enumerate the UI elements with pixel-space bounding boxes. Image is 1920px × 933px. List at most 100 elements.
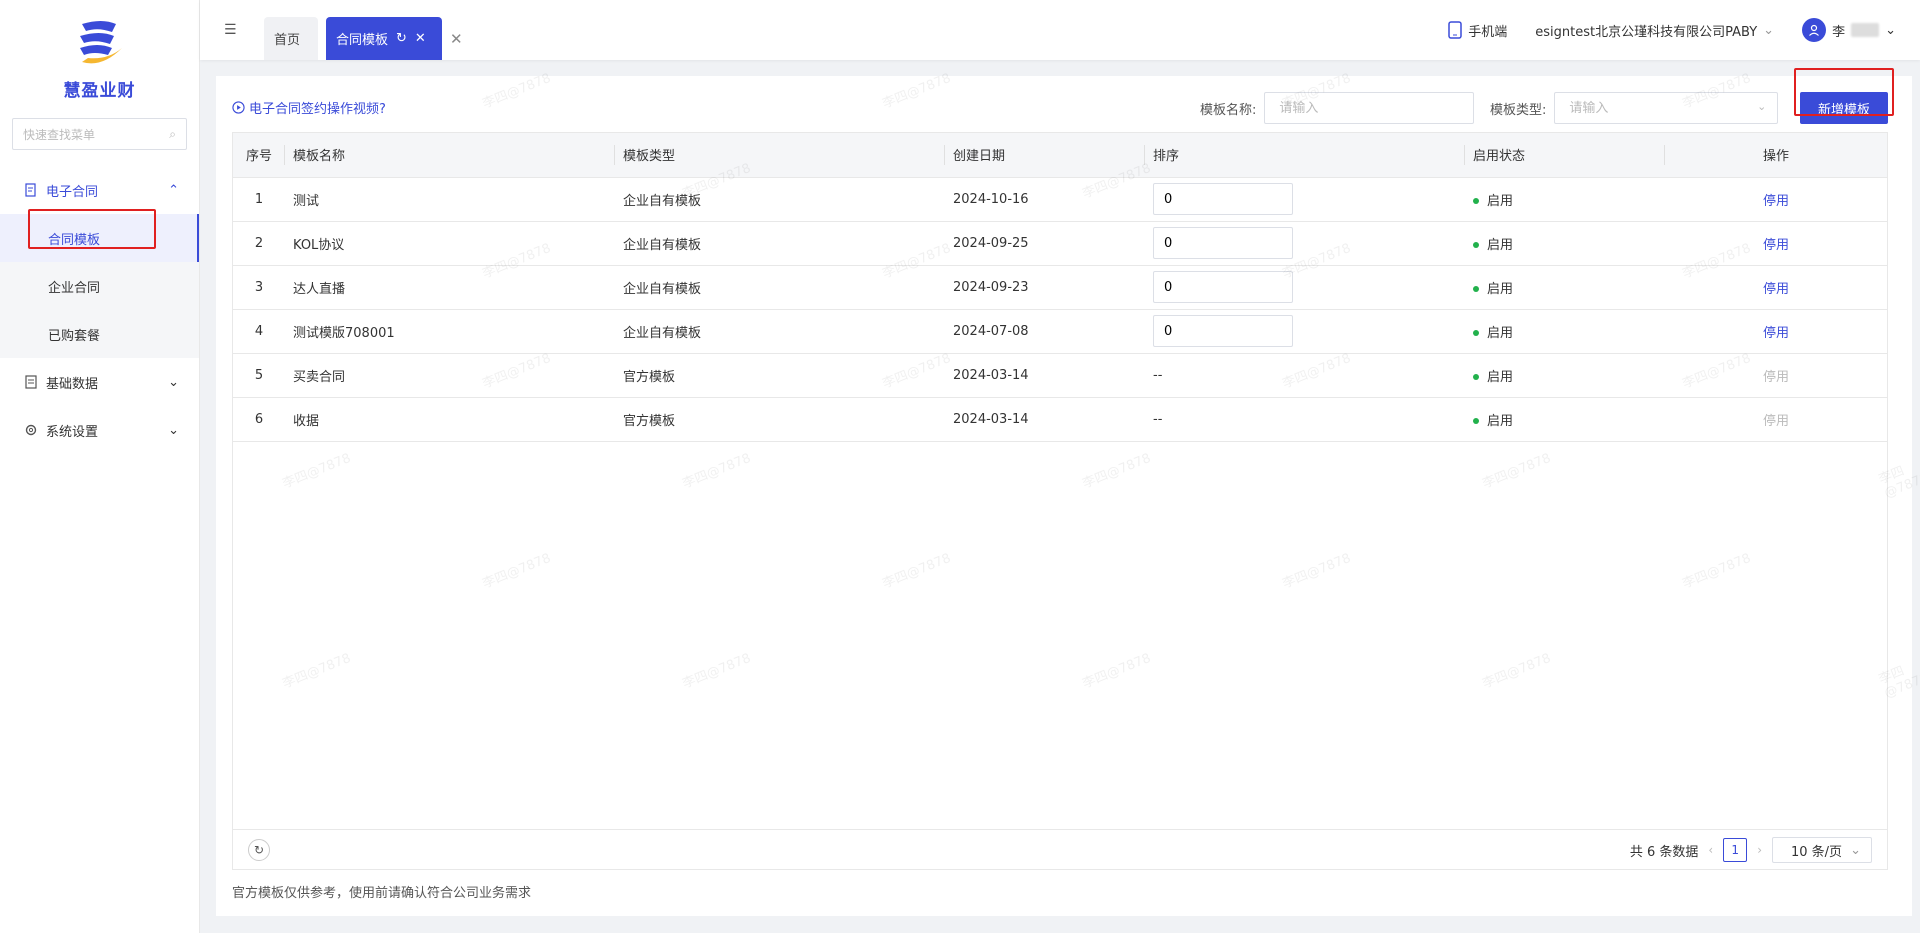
top-header: ☰ 首页 合同模板 ↻ ✕ ✕ 手机端 esigntest北京公瑾科技有限公司P…: [200, 0, 1920, 60]
disable-link[interactable]: 停用: [1763, 194, 1789, 209]
sort-value: --: [1153, 367, 1163, 383]
template-type-select[interactable]: [1554, 92, 1779, 124]
mobile-icon: [1448, 21, 1463, 39]
app-name: 慧盈业财: [63, 81, 136, 101]
sort-value: --: [1153, 411, 1163, 427]
cell-type: 企业自有模板: [615, 309, 945, 354]
status-label: 启用: [1487, 325, 1514, 341]
status-label: 启用: [1487, 237, 1514, 253]
close-icon[interactable]: ✕: [415, 31, 426, 46]
video-link-label: 电子合同签约操作视频?: [249, 102, 386, 117]
sidebar-group-label: 基础数据: [46, 376, 99, 392]
tab-home[interactable]: 首页: [264, 17, 318, 60]
col-date: 创建日期: [945, 133, 1145, 178]
status-dot: [1473, 242, 1479, 248]
sidebar-item-purchased-package[interactable]: 已购套餐: [0, 310, 199, 358]
cell-type: 企业自有模板: [615, 177, 945, 222]
chevron-down-icon: ⌄: [168, 374, 179, 390]
filter-template-type: 模板类型: ⌄: [1490, 92, 1779, 124]
cell-action: 停用: [1665, 265, 1887, 310]
cell-type: 企业自有模板: [615, 265, 945, 310]
cell-action: 停用: [1665, 177, 1887, 222]
contract-icon: [25, 183, 36, 197]
status-label: 启用: [1487, 369, 1514, 385]
disable-link[interactable]: 停用: [1763, 282, 1789, 297]
cell-type: 企业自有模板: [615, 221, 945, 266]
table-row: 2 KOL协议 企业自有模板 2024-09-25 启用 停用: [233, 221, 1887, 266]
next-page-icon[interactable]: ›: [1757, 843, 1762, 857]
cell-sort: [1145, 265, 1465, 310]
col-status: 启用状态: [1465, 133, 1665, 178]
col-type: 模板类型: [615, 133, 945, 178]
disable-link[interactable]: 停用: [1763, 238, 1789, 253]
search-icon: ⌕: [169, 126, 176, 141]
tab-contract-template[interactable]: 合同模板 ↻ ✕: [326, 17, 442, 60]
template-name-input[interactable]: [1264, 92, 1475, 124]
cell-name: 达人直播: [285, 265, 615, 310]
template-table: 序号 模板名称 模板类型 创建日期 排序 启用状态 操作 1 测试 企业自有模板…: [232, 132, 1888, 870]
highlight-box-add: [1794, 68, 1894, 116]
cell-status: 启用: [1465, 397, 1665, 442]
cell-date: 2024-03-14: [945, 353, 1145, 398]
cell-action: 停用: [1665, 221, 1887, 266]
cell-status: 启用: [1465, 265, 1665, 310]
cell-type: 官方模板: [615, 397, 945, 442]
menu-collapse-icon[interactable]: ☰: [224, 22, 237, 38]
sort-input[interactable]: [1153, 227, 1293, 259]
user-name: 李: [1832, 24, 1846, 40]
header-actions: 手机端 esigntest北京公瑾科技有限公司PABY ⌄ 李 ⌄: [1448, 18, 1896, 42]
table-row: 5 买卖合同 官方模板 2024-03-14 -- 启用 停用: [233, 353, 1887, 398]
close-all-tabs-icon[interactable]: ✕: [450, 30, 463, 48]
chevron-down-icon: ⌄: [1763, 22, 1775, 38]
pagination: ↻ 共 6 条数据 ‹ 1 › 10 条/页 ⌄: [232, 829, 1888, 870]
chevron-down-icon: ⌄: [1850, 842, 1861, 858]
filter-template-name: 模板名称:: [1200, 92, 1475, 124]
menu-search-placeholder: 快速查找菜单: [23, 127, 96, 142]
disable-link: 停用: [1762, 369, 1789, 385]
cell-status: 启用: [1465, 353, 1665, 398]
cell-date: 2024-10-16: [945, 177, 1145, 222]
cell-action: 停用: [1665, 353, 1887, 398]
avatar: [1802, 18, 1827, 42]
sidebar-group-econtract[interactable]: 电子合同 ⌃: [0, 166, 199, 214]
sidebar-item-label: 已购套餐: [48, 328, 101, 344]
logo-icon: [79, 21, 122, 64]
refresh-icon[interactable]: ↻: [248, 839, 270, 861]
sort-input[interactable]: [1153, 315, 1293, 347]
cell-date: 2024-07-08: [945, 309, 1145, 354]
sort-input[interactable]: [1153, 183, 1293, 215]
sidebar: 慧盈业财 快速查找菜单 ⌕ 电子合同 ⌃ 合同模板 企业合同 已购套餐 基础数据…: [0, 0, 200, 933]
disable-link[interactable]: 停用: [1763, 326, 1789, 341]
video-help-link[interactable]: 电子合同签约操作视频?: [232, 98, 386, 117]
company-selector[interactable]: esigntest北京公瑾科技有限公司PABY ⌄: [1535, 21, 1774, 40]
table-header: 序号 模板名称 模板类型 创建日期 排序 启用状态 操作: [233, 133, 1887, 178]
status-dot: [1473, 374, 1479, 380]
col-name: 模板名称: [285, 133, 615, 178]
cell-name: 收据: [285, 397, 615, 442]
mobile-link[interactable]: 手机端: [1448, 21, 1507, 40]
user-menu[interactable]: 李 ⌄: [1802, 18, 1896, 42]
sidebar-group-system-settings[interactable]: 系统设置 ⌄: [0, 406, 199, 454]
cell-no: 5: [233, 353, 285, 398]
sidebar-item-enterprise-contract[interactable]: 企业合同: [0, 262, 199, 310]
cell-action: 停用: [1665, 309, 1887, 354]
cell-sort: [1145, 221, 1465, 266]
table-row: 6 收据 官方模板 2024-03-14 -- 启用 停用: [233, 397, 1887, 442]
cell-no: 2: [233, 221, 285, 266]
document-icon: [25, 375, 37, 389]
tab-label: 合同模板: [336, 33, 389, 48]
play-circle-icon: [232, 101, 245, 114]
cell-action: 停用: [1665, 397, 1887, 442]
prev-page-icon[interactable]: ‹: [1708, 843, 1713, 857]
page-size-select[interactable]: 10 条/页 ⌄: [1772, 837, 1872, 863]
cell-no: 6: [233, 397, 285, 442]
filter-label: 模板名称:: [1200, 102, 1257, 118]
cell-name: KOL协议: [285, 221, 615, 266]
logo: 慧盈业财: [0, 0, 199, 118]
menu-search-input[interactable]: 快速查找菜单 ⌕: [12, 118, 187, 150]
sidebar-group-basic-data[interactable]: 基础数据 ⌄: [0, 358, 199, 406]
sort-input[interactable]: [1153, 271, 1293, 303]
page-number[interactable]: 1: [1723, 838, 1748, 862]
refresh-icon[interactable]: ↻: [396, 31, 407, 46]
table-row: 4 测试模版708001 企业自有模板 2024-07-08 启用 停用: [233, 309, 1887, 354]
